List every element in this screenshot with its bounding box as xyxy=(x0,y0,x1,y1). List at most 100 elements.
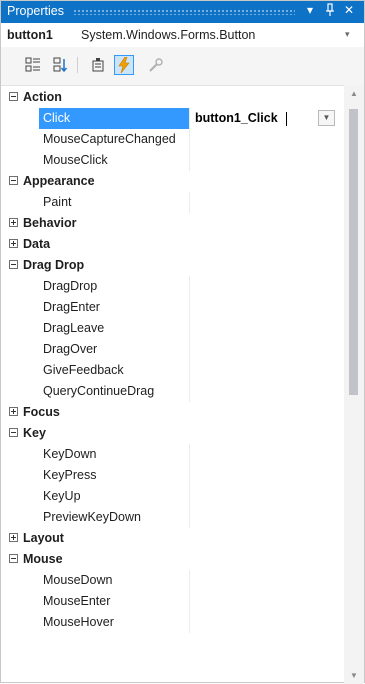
expand-icon[interactable] xyxy=(9,533,18,542)
event-name: KeyPress xyxy=(43,468,97,482)
column-divider xyxy=(189,297,190,318)
event-handler-cell[interactable] xyxy=(191,507,344,528)
event-row[interactable]: DragEnter xyxy=(1,297,344,318)
vertical-scrollbar[interactable]: ▲ ▼ xyxy=(344,85,364,684)
pin-glyph xyxy=(326,3,334,16)
event-handler-cell[interactable] xyxy=(191,360,344,381)
event-row[interactable]: QueryContinueDrag xyxy=(1,381,344,402)
chevron-down-icon[interactable]: ▾ xyxy=(345,29,350,40)
event-row[interactable]: KeyPress xyxy=(1,465,344,486)
chevron-down-icon[interactable]: ▼ xyxy=(318,110,335,126)
category-row[interactable]: Action xyxy=(1,87,344,108)
event-handler-cell[interactable] xyxy=(191,612,344,633)
event-handler-cell[interactable] xyxy=(191,318,344,339)
window-menu-dropdown-icon[interactable]: ▾ xyxy=(307,3,313,17)
pin-icon[interactable] xyxy=(325,3,335,20)
collapse-icon[interactable] xyxy=(9,554,18,563)
event-handler-cell[interactable] xyxy=(191,591,344,612)
property-pages-icon[interactable] xyxy=(146,55,166,75)
object-name: button1 xyxy=(7,28,53,42)
category-row[interactable]: Mouse xyxy=(1,549,344,570)
event-row[interactable]: DragOver xyxy=(1,339,344,360)
drag-grip[interactable] xyxy=(73,9,295,15)
event-handler-cell[interactable] xyxy=(191,276,344,297)
category-row[interactable]: Layout xyxy=(1,528,344,549)
event-name: DragDrop xyxy=(43,279,98,293)
category-label: Data xyxy=(23,237,51,251)
collapse-icon[interactable] xyxy=(9,260,18,269)
event-handler-input[interactable]: button1_Click ▼ xyxy=(191,108,344,129)
text-caret xyxy=(286,112,287,126)
category-row[interactable]: Behavior xyxy=(1,213,344,234)
scroll-down-icon[interactable]: ▼ xyxy=(350,671,358,680)
event-handler-cell[interactable] xyxy=(191,297,344,318)
category-row[interactable]: Focus xyxy=(1,402,344,423)
collapse-icon[interactable] xyxy=(9,92,18,101)
event-row[interactable]: DragDrop xyxy=(1,276,344,297)
column-divider xyxy=(189,591,190,612)
event-handler-cell[interactable] xyxy=(191,486,344,507)
event-handler-cell[interactable] xyxy=(191,192,344,213)
events-icon[interactable] xyxy=(114,55,134,75)
categorized-icon[interactable] xyxy=(23,55,43,75)
collapse-icon[interactable] xyxy=(9,176,18,185)
column-divider xyxy=(189,507,190,528)
expand-icon[interactable] xyxy=(9,239,18,248)
event-handler-cell[interactable] xyxy=(191,570,344,591)
event-row[interactable]: GiveFeedback xyxy=(1,360,344,381)
category-row[interactable]: Key xyxy=(1,423,344,444)
event-name: DragEnter xyxy=(43,300,100,314)
event-row[interactable]: Paint xyxy=(1,192,344,213)
column-divider xyxy=(189,360,190,381)
event-row[interactable]: MouseCaptureChanged xyxy=(1,129,344,150)
collapse-icon[interactable] xyxy=(9,428,18,437)
category-label: Action xyxy=(23,90,62,104)
event-name: GiveFeedback xyxy=(43,363,124,377)
event-name: MouseDown xyxy=(43,573,113,587)
expand-icon[interactable] xyxy=(9,218,18,227)
event-handler-cell[interactable] xyxy=(191,381,344,402)
event-row[interactable]: PreviewKeyDown xyxy=(1,507,344,528)
alphabetical-glyph xyxy=(53,57,68,73)
event-row-selected[interactable]: Click button1_Click ▼ xyxy=(1,108,344,129)
event-handler-value: button1_Click xyxy=(195,111,278,125)
column-divider xyxy=(189,129,190,150)
properties-icon[interactable] xyxy=(88,55,108,75)
expand-icon[interactable] xyxy=(9,407,18,416)
event-row[interactable]: MouseHover xyxy=(1,612,344,633)
column-divider xyxy=(189,570,190,591)
event-row[interactable]: KeyUp xyxy=(1,486,344,507)
event-name: QueryContinueDrag xyxy=(43,384,155,398)
event-name: MouseClick xyxy=(43,153,108,167)
scroll-up-icon[interactable]: ▲ xyxy=(350,89,358,98)
event-row[interactable]: KeyDown xyxy=(1,444,344,465)
close-icon[interactable]: ✕ xyxy=(344,3,354,17)
event-row[interactable]: MouseEnter xyxy=(1,591,344,612)
category-label: Mouse xyxy=(23,552,63,566)
scroll-thumb[interactable] xyxy=(349,109,358,395)
panel-title: Properties xyxy=(7,4,64,18)
event-handler-cell[interactable] xyxy=(191,444,344,465)
category-row[interactable]: Appearance xyxy=(1,171,344,192)
title-bar[interactable]: Properties ▾ ✕ xyxy=(1,1,364,23)
event-row[interactable]: MouseClick xyxy=(1,150,344,171)
event-name: MouseEnter xyxy=(43,594,111,608)
event-handler-cell[interactable] xyxy=(191,465,344,486)
event-handler-cell[interactable] xyxy=(191,339,344,360)
event-row[interactable]: DragLeave xyxy=(1,318,344,339)
object-selector[interactable]: button1 System.Windows.Forms.Button ▾ xyxy=(1,23,364,48)
toolbar xyxy=(1,47,364,86)
category-label: Key xyxy=(23,426,46,440)
category-row[interactable]: Data xyxy=(1,234,344,255)
event-row[interactable]: MouseDown xyxy=(1,570,344,591)
category-row[interactable]: Drag Drop xyxy=(1,255,344,276)
wrench-glyph xyxy=(149,58,163,72)
column-divider xyxy=(189,444,190,465)
alphabetical-icon[interactable] xyxy=(51,55,71,75)
event-name: KeyUp xyxy=(43,489,81,503)
event-name: DragOver xyxy=(43,342,98,356)
column-divider xyxy=(189,150,190,171)
event-handler-cell[interactable] xyxy=(191,129,344,150)
object-type: System.Windows.Forms.Button xyxy=(81,28,256,42)
event-handler-cell[interactable] xyxy=(191,150,344,171)
